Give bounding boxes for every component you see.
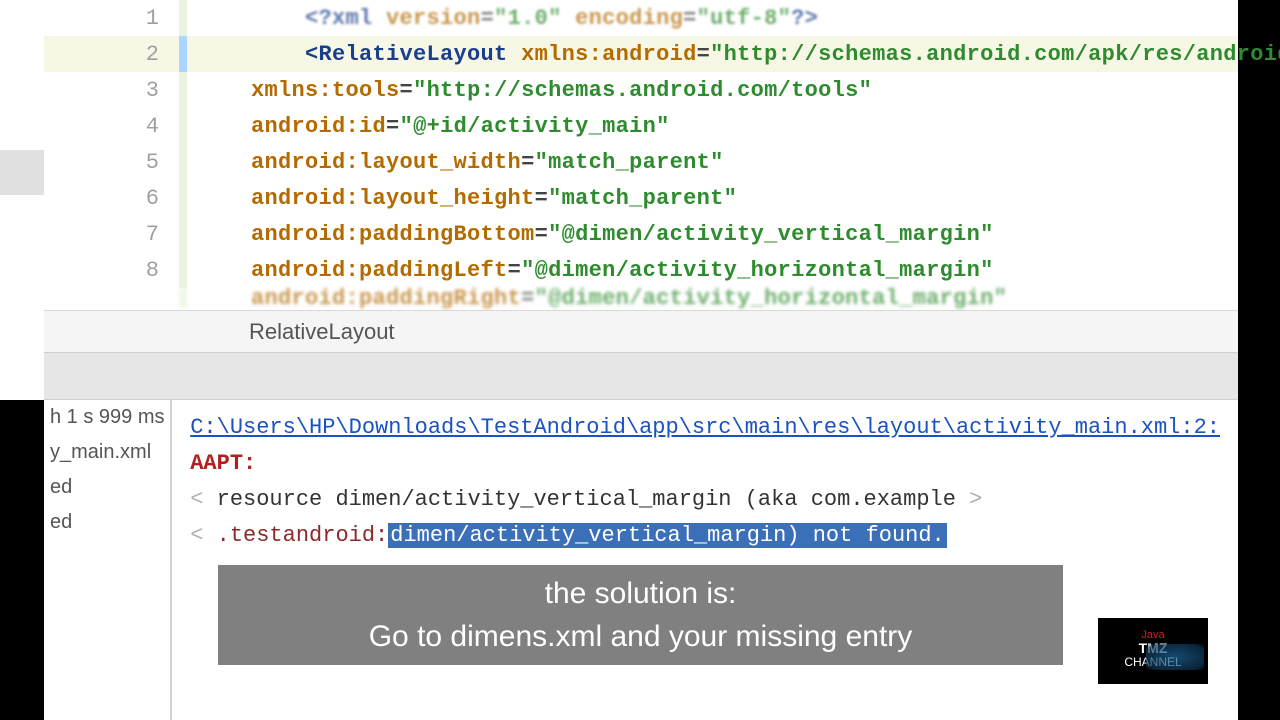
brush-icon [1146,644,1204,670]
error-text: resource dimen/activity_vertical_margin … [217,487,956,512]
caption-line: Go to dimens.xml and your missing entry [369,615,913,659]
error-path-link[interactable]: C:\Users\HP\Downloads\TestAndroid\app\sr… [190,415,1220,440]
line-number: 4 [44,114,179,139]
build-tree-item[interactable]: ed [44,505,170,540]
code-editor[interactable]: 1 <?xml version="1.0" encoding="utf-8"?>… [44,0,1238,308]
line-number: 7 [44,222,179,247]
gutter-bar [179,0,187,36]
caption-overlay: the solution is: Go to dimens.xml and yo… [218,565,1063,665]
gutter-bar [179,108,187,144]
fold-gutter-marker [0,150,44,195]
line-number: 5 [44,150,179,175]
build-tree-item[interactable]: ed [44,470,170,505]
build-time: h 1 s 999 ms [44,400,170,435]
code-line[interactable]: 4 android:id="@+id/activity_main" [44,108,1238,144]
build-tree[interactable]: h 1 s 999 ms y_main.xml ed ed [44,400,172,720]
code-line[interactable]: 7 android:paddingBottom="@dimen/activity… [44,216,1238,252]
channel-logo: Java TMZ CHANNEL [1098,618,1208,684]
error-selection[interactable]: dimen/activity_vertical_margin) not foun… [388,523,947,548]
error-text: .testandroid: [217,523,389,548]
build-tree-item[interactable]: y_main.xml [44,435,170,470]
angle-icon: < [190,523,203,548]
gutter-bar [179,288,187,308]
error-output[interactable]: C:\Users\HP\Downloads\TestAndroid\app\sr… [172,400,1238,720]
gutter-bar [179,216,187,252]
line-number: 1 [44,6,179,31]
breadcrumb[interactable]: RelativeLayout [44,310,1238,352]
gutter-bar [179,144,187,180]
angle-icon: < [190,487,203,512]
gutter-bar [179,72,187,108]
error-label: AAPT: [190,451,256,476]
code-line[interactable]: 8 android:paddingLeft="@dimen/activity_h… [44,252,1238,288]
line-number: 6 [44,186,179,211]
code-line[interactable]: android:paddingRight="@dimen/activity_ho… [44,288,1238,308]
line-number: 8 [44,258,179,283]
line-number: 3 [44,78,179,103]
breadcrumb-item[interactable]: RelativeLayout [249,319,395,345]
gutter-bar [179,36,187,72]
build-output-pane: h 1 s 999 ms y_main.xml ed ed C:\Users\H… [44,400,1238,720]
pane-divider[interactable] [44,352,1238,400]
fold-gutter [0,0,44,400]
line-number: 2 [44,42,179,67]
gutter-bar [179,252,187,288]
caption-line: the solution is: [545,572,737,616]
gutter-bar [179,180,187,216]
code-line[interactable]: 5 android:layout_width="match_parent" [44,144,1238,180]
code-line[interactable]: 6 android:layout_height="match_parent" [44,180,1238,216]
angle-icon: > [969,487,982,512]
